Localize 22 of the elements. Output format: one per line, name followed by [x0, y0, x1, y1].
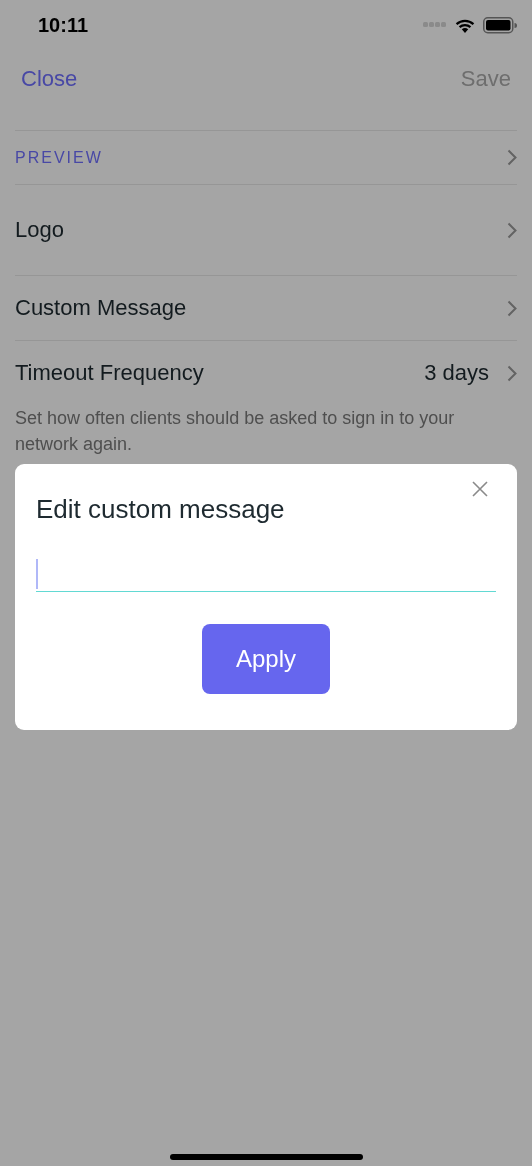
status-time: 10:11	[38, 13, 89, 37]
row-label: Timeout Frequency	[15, 360, 205, 386]
settings-row[interactable]: Timeout Frequency 3 days	[15, 340, 517, 405]
row-label: Custom Message	[15, 295, 188, 321]
chevron-right-icon	[507, 149, 517, 166]
signal-icon	[423, 22, 447, 28]
dialog-title: Edit custom message	[36, 494, 286, 525]
row-value: 3 days	[424, 360, 489, 386]
section-label: PREVIEW	[15, 148, 104, 167]
chevron-right-icon	[507, 299, 517, 317]
row-label: Logo	[15, 217, 65, 243]
chevron-right-icon	[507, 221, 517, 239]
battery-icon	[483, 16, 517, 34]
wifi-icon	[455, 17, 475, 33]
preview-row[interactable]: PREVIEW	[15, 130, 517, 184]
apply-button[interactable]: Apply	[202, 624, 330, 694]
settings-row[interactable]: Custom Message	[15, 275, 517, 340]
help-text: Set how often clients should be asked to sign in to your network again.	[15, 407, 456, 456]
settings-row[interactable]: Logo	[15, 184, 517, 275]
close-icon[interactable]	[472, 481, 488, 497]
chevron-right-icon	[507, 364, 517, 382]
close-button[interactable]: Close	[15, 66, 84, 92]
